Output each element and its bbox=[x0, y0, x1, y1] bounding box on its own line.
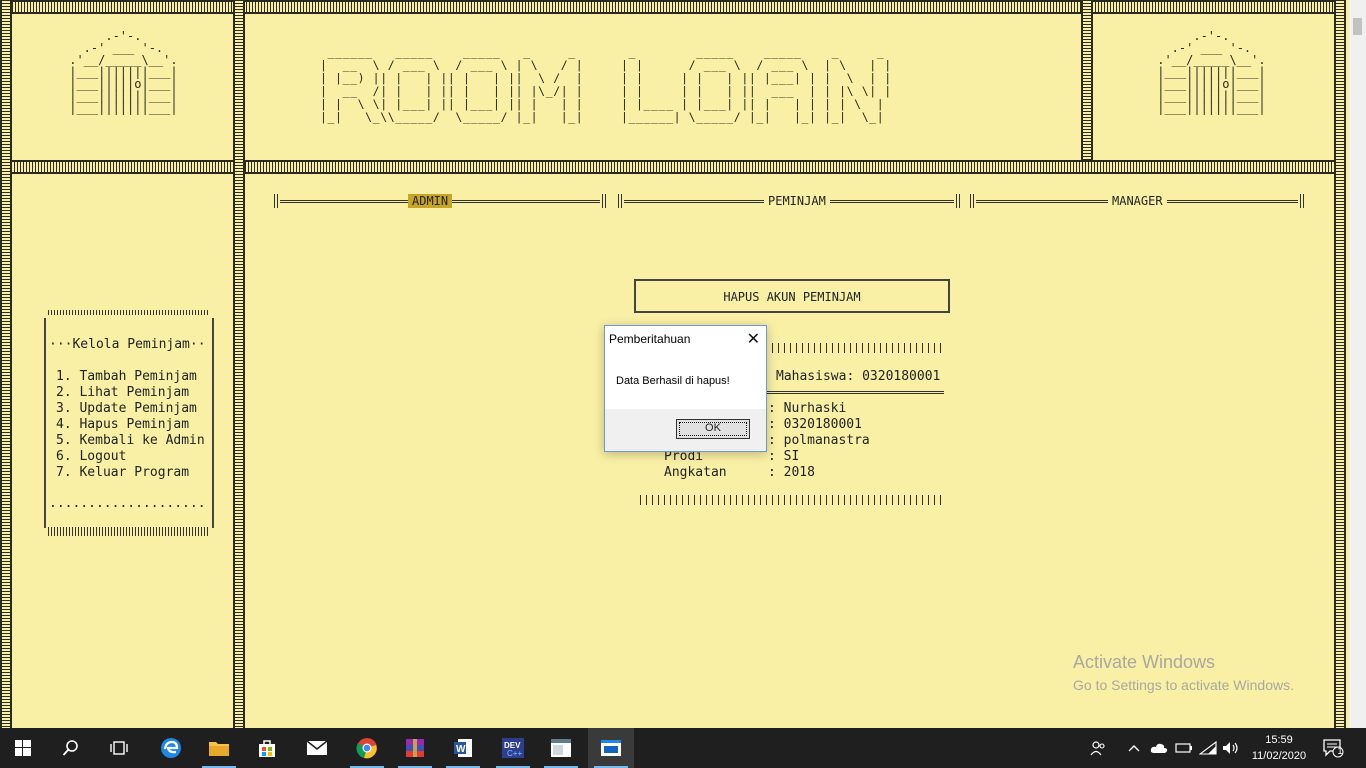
menu-heading: ···Kelola Peminjam·· bbox=[49, 337, 206, 352]
menu-item-tambah: 1. Tambah Peminjam bbox=[56, 369, 197, 384]
mail-icon[interactable] bbox=[294, 728, 340, 768]
record-prodi-value: : SI bbox=[768, 449, 800, 464]
clock-time: 15:59 bbox=[1265, 734, 1293, 746]
edge-icon[interactable] bbox=[148, 728, 194, 768]
dialog-title: Pemberitahuan bbox=[609, 332, 691, 346]
devcpp-icon[interactable]: DEV C++ bbox=[490, 728, 536, 768]
record-angkatan-value: : 2018 bbox=[768, 465, 815, 480]
nav-manager-label[interactable]: MANAGER bbox=[1108, 194, 1167, 208]
ok-button[interactable]: OK bbox=[676, 419, 750, 439]
taskbar: W DEV C++ 15:59 11/02/2020 1 bbox=[0, 728, 1366, 768]
sidebar-divider bbox=[233, 0, 245, 728]
activate-windows-title: Activate Windows bbox=[1073, 652, 1216, 672]
right-border bbox=[1334, 0, 1346, 728]
banner-right-divider bbox=[1081, 0, 1093, 160]
taskbar-clock[interactable]: 15:59 11/02/2020 bbox=[1246, 732, 1312, 764]
battery-icon[interactable] bbox=[1175, 728, 1195, 768]
word-icon[interactable]: W bbox=[440, 728, 486, 768]
nav-peminjam-label[interactable]: PEMINJAM bbox=[764, 194, 830, 208]
svg-text:W: W bbox=[456, 744, 466, 755]
chevron-up-icon[interactable] bbox=[1128, 728, 1142, 768]
top-border bbox=[0, 0, 1340, 14]
record-nama-value: : Nurhaski bbox=[768, 401, 847, 416]
store-icon[interactable] bbox=[244, 728, 290, 768]
svg-text:C++: C++ bbox=[507, 749, 522, 758]
page-title: HAPUS AKUN PEMINJAM bbox=[723, 290, 861, 304]
page-title-box: HAPUS AKUN PEMINJAM bbox=[634, 279, 950, 313]
console-app-icon[interactable] bbox=[588, 728, 634, 768]
wifi-icon[interactable] bbox=[1199, 728, 1219, 768]
task-view-icon[interactable] bbox=[96, 728, 142, 768]
menu-item-kembali: 5. Kembali ke Admin bbox=[56, 433, 205, 448]
clock-date: 11/02/2020 bbox=[1251, 750, 1307, 762]
onedrive-icon[interactable] bbox=[1150, 728, 1170, 768]
start-icon[interactable] bbox=[0, 728, 46, 768]
room-loan-title-art: ______ _____ _____ _ _ _ _____ _____ _ _… bbox=[320, 45, 892, 124]
scrollbar-thumb[interactable] bbox=[1353, 18, 1362, 35]
vertical-scrollbar[interactable] bbox=[1349, 0, 1366, 728]
activate-windows-subtitle: Go to Settings to activate Windows. bbox=[1073, 677, 1294, 693]
notification-count: 1 bbox=[1337, 746, 1343, 756]
record-bottom-border bbox=[640, 495, 944, 505]
banner-bottom-border bbox=[8, 160, 1336, 174]
menu-top-border bbox=[48, 310, 208, 315]
chrome-icon[interactable] bbox=[344, 728, 390, 768]
dialog-message: Data Berhasil di hapus! bbox=[616, 375, 730, 387]
record-asal-value: : polmanastra bbox=[768, 433, 870, 448]
search-result-line: Mahasiswa: 0320180001 bbox=[776, 369, 941, 384]
nav-admin[interactable]: ADMIN bbox=[274, 194, 606, 208]
menu-footer-dots: .................... bbox=[49, 496, 206, 511]
search-icon[interactable] bbox=[48, 728, 94, 768]
nav-admin-label[interactable]: ADMIN bbox=[408, 194, 453, 208]
notification-center-icon[interactable]: 1 bbox=[1322, 728, 1352, 768]
menu-item-keluar: 7. Keluar Program bbox=[56, 465, 190, 480]
winrar-icon[interactable] bbox=[392, 728, 438, 768]
notification-dialog: Pemberitahuan ✕ Data Berhasil di hapus! … bbox=[604, 325, 767, 452]
nav-manager[interactable]: MANAGER bbox=[970, 194, 1304, 208]
volume-icon[interactable] bbox=[1222, 728, 1242, 768]
record-angkatan-label: Angkatan bbox=[664, 465, 727, 480]
left-border bbox=[0, 0, 12, 728]
menu-item-hapus: 4. Hapus Peminjam bbox=[56, 417, 190, 432]
file-explorer-icon[interactable] bbox=[196, 728, 242, 768]
house-logo-left: .-'-. .-' ___ '-. .'__/_____\__'. |___||… bbox=[69, 29, 178, 115]
dialog-footer: OK bbox=[605, 409, 766, 451]
close-icon[interactable]: ✕ bbox=[747, 329, 760, 349]
nav-peminjam[interactable]: PEMINJAM bbox=[618, 194, 960, 208]
menu-item-logout: 6. Logout bbox=[56, 449, 127, 464]
record-nim-value: : 0320180001 bbox=[768, 417, 862, 432]
app-window-icon[interactable] bbox=[538, 728, 584, 768]
menu-item-lihat: 2. Lihat Peminjam bbox=[56, 385, 190, 400]
menu-item-update: 3. Update Peminjam bbox=[56, 401, 197, 416]
menu-bottom-border bbox=[48, 527, 208, 536]
people-icon[interactable] bbox=[1090, 728, 1110, 768]
house-logo-right: .-'-. .-' ___ '-. .'__/_____\__'. |___||… bbox=[1157, 29, 1266, 115]
